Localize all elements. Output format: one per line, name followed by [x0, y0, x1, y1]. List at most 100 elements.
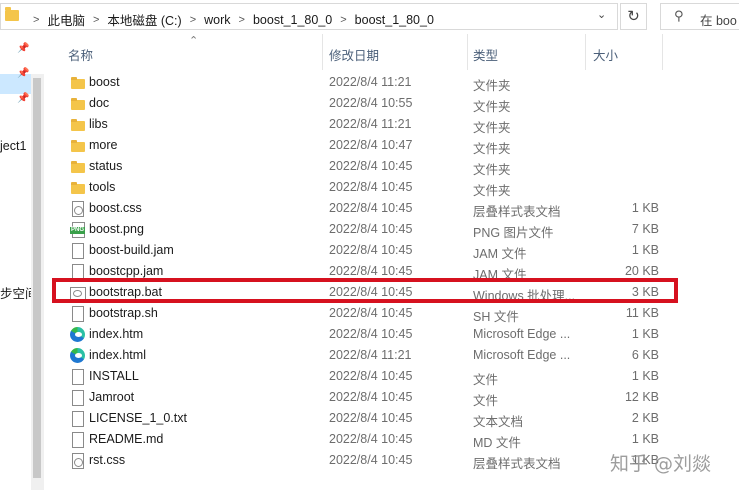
file-row[interactable]: boostcpp.jam 2022/8/4 10:45 JAM 文件 20 KB — [44, 261, 739, 282]
file-name: index.htm — [89, 327, 144, 341]
file-size: 20 KB — [624, 264, 659, 278]
file-type: 层叠样式表文档 — [473, 457, 561, 471]
chevron-right-icon[interactable]: > — [93, 14, 99, 26]
sort-ascending-icon: ⌃ — [189, 35, 199, 47]
file-size: 2 KB — [631, 411, 659, 425]
nav-item-label[interactable]: ject1 — [0, 139, 26, 153]
file-icon — [70, 411, 85, 427]
file-row[interactable]: INSTALL 2022/8/4 10:45 文件 1 KB — [44, 366, 739, 387]
file-row[interactable]: LICENSE_1_0.txt 2022/8/4 10:45 文本文档 2 KB — [44, 408, 739, 429]
column-divider[interactable] — [322, 34, 323, 70]
file-row[interactable]: tools 2022/8/4 10:45 文件夹 — [44, 177, 739, 198]
chevron-right-icon[interactable]: > — [33, 14, 39, 26]
file-date: 2022/8/4 10:45 — [329, 264, 413, 278]
file-row[interactable]: status 2022/8/4 10:45 文件夹 — [44, 156, 739, 177]
file-type: 层叠样式表文档 — [473, 205, 561, 219]
column-type[interactable]: 类型 — [473, 45, 498, 64]
folder-icon — [70, 75, 85, 90]
file-name: rst.css — [89, 453, 126, 467]
nav-scrollbar-thumb[interactable] — [33, 78, 41, 478]
file-row[interactable]: boost-build.jam 2022/8/4 10:45 JAM 文件 1 KB — [44, 240, 739, 261]
file-row[interactable]: libs 2022/8/4 11:21 文件夹 — [44, 114, 739, 135]
folder-icon — [70, 117, 85, 132]
chevron-right-icon[interactable]: > — [239, 14, 245, 26]
file-type: 文件夹 — [473, 163, 511, 177]
file-row[interactable]: doc 2022/8/4 10:55 文件夹 — [44, 93, 739, 114]
column-date[interactable]: 修改日期 — [329, 45, 379, 64]
breadcrumb-item[interactable]: 此电脑 — [47, 10, 85, 29]
column-name[interactable]: 名称 — [68, 45, 93, 64]
file-row[interactable]: index.html 2022/8/4 11:21 Microsoft Edge .… — [44, 345, 739, 366]
column-divider[interactable] — [585, 34, 586, 70]
file-size: 1 KB — [631, 243, 659, 257]
chevron-right-icon[interactable]: > — [190, 14, 196, 26]
file-date: 2022/8/4 10:45 — [329, 369, 413, 383]
file-name: Jamroot — [89, 390, 135, 404]
file-type: 文件夹 — [473, 121, 511, 135]
address-bar-area: > 此电脑 > 本地磁盘 (C:) > work > boost_1_80_0 … — [0, 0, 739, 34]
css-file-icon — [70, 201, 85, 217]
file-row[interactable]: boost.css 2022/8/4 10:45 层叠样式表文档 1 KB — [44, 198, 739, 219]
file-name: bootstrap.sh — [89, 306, 158, 320]
chevron-right-icon[interactable]: > — [340, 14, 346, 26]
file-row[interactable]: README.md 2022/8/4 10:45 MD 文件 1 KB — [44, 429, 739, 450]
file-row[interactable]: more 2022/8/4 10:47 文件夹 — [44, 135, 739, 156]
file-icon — [70, 432, 85, 448]
css-file-icon — [70, 453, 85, 469]
file-type: Microsoft Edge ... — [473, 327, 571, 341]
file-date: 2022/8/4 10:45 — [329, 390, 413, 404]
file-date: 2022/8/4 11:21 — [329, 117, 412, 131]
search-input[interactable]: ⚲ 在 boo — [660, 3, 739, 30]
chevron-down-icon[interactable]: ⌄ — [597, 8, 606, 21]
file-size: 3 KB — [631, 285, 659, 299]
edge-icon — [70, 327, 85, 342]
file-type: PNG 图片文件 — [473, 226, 554, 240]
file-date: 2022/8/4 10:45 — [329, 222, 413, 236]
breadcrumb-item[interactable]: boost_1_80_0 — [355, 13, 434, 27]
file-list: boost 2022/8/4 11:21 文件夹 doc 2022/8/4 10:55… — [44, 72, 739, 471]
folder-icon — [5, 7, 19, 21]
folder-icon — [70, 96, 85, 111]
file-date: 2022/8/4 10:45 — [329, 306, 413, 320]
column-size[interactable]: 大小 — [593, 45, 618, 64]
file-row[interactable]: boost.png 2022/8/4 10:45 PNG 图片文件 7 KB — [44, 219, 739, 240]
file-size: 1 KB — [631, 327, 659, 341]
breadcrumb-item[interactable]: boost_1_80_0 — [253, 13, 332, 27]
column-divider[interactable] — [662, 34, 663, 70]
file-size: 7 KB — [631, 222, 659, 236]
file-row-highlighted[interactable]: bootstrap.bat 2022/8/4 10:45 Windows 批处理..… — [44, 282, 739, 303]
file-name: more — [89, 138, 118, 152]
address-bar[interactable]: > 此电脑 > 本地磁盘 (C:) > work > boost_1_80_0 … — [0, 3, 618, 30]
file-size: 1 KB — [631, 201, 659, 215]
file-type: JAM 文件 — [473, 247, 527, 261]
file-date: 2022/8/4 10:45 — [329, 180, 413, 194]
file-date: 2022/8/4 10:45 — [329, 201, 413, 215]
file-name: bootstrap.bat — [89, 285, 162, 299]
file-type: SH 文件 — [473, 310, 519, 324]
file-name: boost-build.jam — [89, 243, 174, 257]
column-divider[interactable] — [467, 34, 468, 70]
file-type: 文件夹 — [473, 184, 511, 198]
file-date: 2022/8/4 11:21 — [329, 75, 412, 89]
refresh-button[interactable]: ↻ — [620, 3, 647, 30]
file-row[interactable]: boost 2022/8/4 11:21 文件夹 — [44, 72, 739, 93]
watermark: 知乎 @刘燚 — [610, 453, 712, 475]
file-name: boost.css — [89, 201, 142, 215]
file-icon — [70, 390, 85, 406]
file-date: 2022/8/4 10:45 — [329, 285, 413, 299]
file-size: 12 KB — [624, 390, 659, 404]
file-type: MD 文件 — [473, 436, 521, 450]
file-row[interactable]: bootstrap.sh 2022/8/4 10:45 SH 文件 11 KB — [44, 303, 739, 324]
breadcrumb-item[interactable]: work — [204, 13, 230, 27]
file-name: INSTALL — [89, 369, 139, 383]
file-icon — [70, 264, 85, 280]
file-name: boostcpp.jam — [89, 264, 164, 278]
pin-icon: 📌 — [17, 93, 30, 104]
file-row[interactable]: Jamroot 2022/8/4 10:45 文件 12 KB — [44, 387, 739, 408]
file-row[interactable]: index.htm 2022/8/4 10:45 Microsoft Edge ..… — [44, 324, 739, 345]
file-size: 1 KB — [631, 432, 659, 446]
file-name: doc — [89, 96, 110, 110]
file-date: 2022/8/4 10:55 — [329, 96, 413, 110]
breadcrumb-item[interactable]: 本地磁盘 (C:) — [107, 10, 181, 29]
file-type: 文本文档 — [473, 415, 524, 429]
